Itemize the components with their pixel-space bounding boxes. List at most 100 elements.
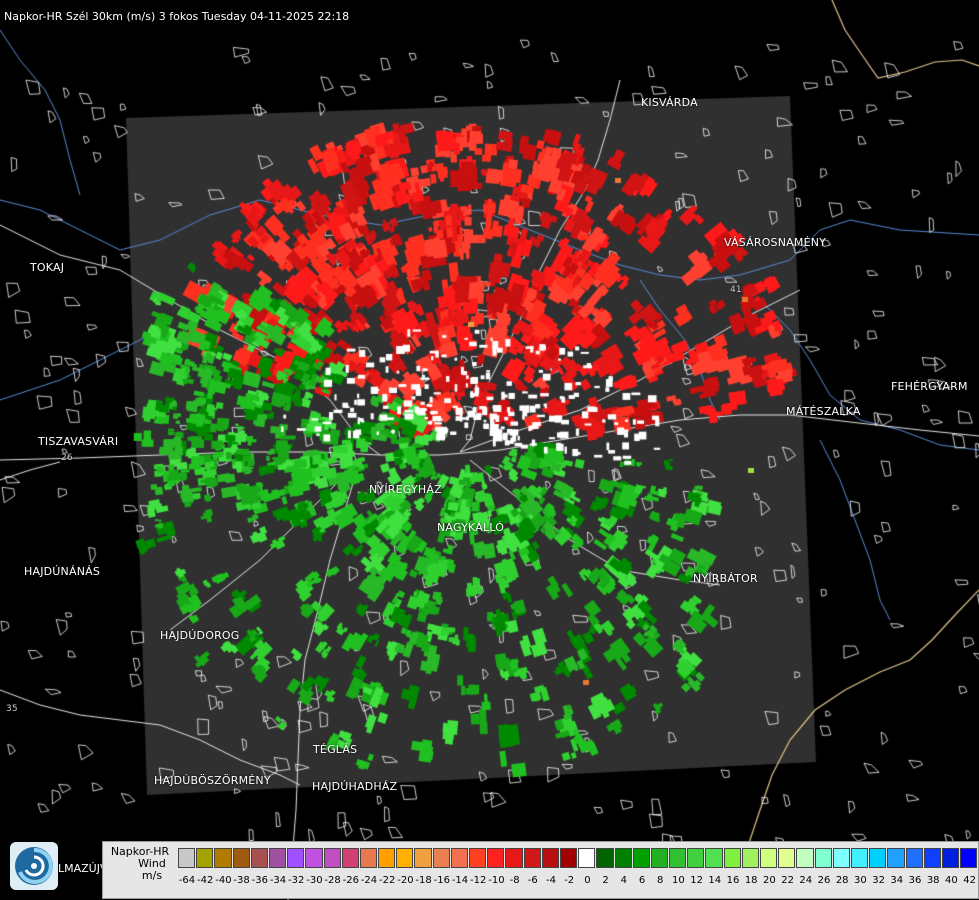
city-label-kisvarda: KISVÁRDA [641,96,698,109]
legend-swatch [396,848,414,868]
city-label-hajdunanas: HAJDÚNÁNÁS [24,565,101,578]
legend-tick-label: -8 [509,875,520,886]
radar-map [0,0,979,900]
legend-tick-label: 26 [817,875,831,886]
legend-swatch [760,848,778,868]
legend-swatch [541,848,559,868]
city-label-hajduhadhaz: HAJDÚHADHÁZ [312,780,398,793]
legend-swatch [687,848,705,868]
legend-tick-label: 6 [638,875,646,886]
legend-tick-label: -32 [288,875,305,886]
legend-tick-label: 0 [584,875,591,886]
legend-swatch [232,848,250,868]
legend-tick-label: 16 [726,875,740,886]
wind-legend: Napkor-HR Wind m/s -64 -42 -40 -38 -36 -34 -32… [102,841,979,899]
legend-swatch [814,848,832,868]
legend-swatch [450,848,468,868]
legend-tick-label: -12 [470,875,487,886]
legend-ticks: -64 -42 -40 -38 -36 -34 -32 -30 -28 -26 -24 -22 -20-… [178,875,978,889]
legend-tick-label: 36 [908,875,922,886]
legend-tick-label: 18 [744,875,758,886]
legend-swatch [669,848,687,868]
city-label-vasarosnameny: VÁSÁROSNAMÉNY [724,236,827,249]
city-label-tokaj: TOKAJ [30,261,65,274]
legend-swatch [741,848,759,868]
legend-swatch [923,848,941,868]
legend-tick-label: 2 [602,875,609,886]
legend-tick-label: 38 [926,875,940,886]
legend-unit: m/s [141,869,163,882]
legend-tick-label: -10 [488,875,505,886]
legend-swatch [614,848,632,868]
legend-tick-label: 28 [835,875,849,886]
legend-tick-label: 10 [672,875,685,886]
legend-swatch [359,848,378,868]
legend-tick-label: -16 [433,875,450,886]
legend-tick-label: -34 [269,875,287,886]
legend-tick-label: 24 [799,875,813,886]
legend-swatches [178,848,978,870]
legend-swatch [432,848,450,868]
legend-swatch [523,848,541,868]
legend-swatch [268,848,287,868]
legend-swatch [323,848,341,868]
legend-tick-label: 34 [890,875,904,886]
legend-tick-label: -14 [451,875,469,886]
legend-tick-label: 22 [781,875,794,886]
legend-swatch [178,848,196,868]
city-label-nyiregyhaza: NYÍREGYHÁZ [369,483,442,496]
legend-tick-label: -26 [342,875,359,886]
legend-tick-label: -4 [546,875,556,886]
road-number-26: 26 [61,453,73,463]
legend-swatch [250,848,268,868]
legend-swatch [305,848,323,868]
legend-swatch [832,848,850,868]
city-label-nyirbator: NYÍRBÁTOR [693,572,758,585]
legend-swatch [596,848,614,868]
legend-tick-label: -40 [215,875,232,886]
legend-tick-label: 14 [708,875,722,886]
city-label-fehergyarmat: FEHÉRGYARM [891,380,968,393]
road-number-35: 35 [6,704,18,714]
legend-swatch [214,848,232,868]
legend-swatch [341,848,359,868]
legend-swatch [487,848,505,868]
legend-swatch [578,848,596,868]
legend-swatch [850,848,869,868]
map-title: Napkor-HR Szél 30km (m/s) 3 fokos Tuesda… [4,10,350,23]
city-label-teglas: TÉGLÁS [313,743,358,756]
legend-tick-label: -42 [197,875,214,886]
legend-tick-label: 40 [945,875,958,886]
swirl-logo-icon [10,842,58,890]
legend-tick-label: 20 [763,875,776,886]
legend-swatch [469,848,487,868]
legend-tick-label: -2 [564,875,575,886]
city-label-tiszavasvari: TISZAVASVÁRI [38,435,119,448]
legend-swatch [287,848,305,868]
legend-swatch [905,848,923,868]
legend-tick-label: 8 [657,875,664,886]
legend-swatch [960,848,978,868]
legend-swatch [869,848,887,868]
legend-swatch [941,848,960,868]
legend-tick-label: -6 [527,875,538,886]
legend-swatch [778,848,796,868]
legend-tick-label: 30 [854,875,867,886]
legend-label: Napkor-HR Wind m/s [105,846,175,882]
legend-tick-label: -38 [233,875,250,886]
legend-tick-label: -20 [397,875,414,886]
legend-tick-label: -24 [360,875,378,886]
legend-swatch [505,848,523,868]
legend-tick-label: 32 [872,875,885,886]
legend-tick-label: -36 [251,875,268,886]
city-label-mateszalka: MÁTÉSZALKA [786,405,861,418]
city-label-hajduboszormeny: HAJDÚBÖSZÖRMÉNY [154,774,271,787]
legend-tick-label: -64 [178,875,196,886]
legend-swatch [650,848,669,868]
legend-swatch [705,848,723,868]
legend-tick-label: 42 [963,875,976,886]
road-number-41: 41 [730,285,742,295]
legend-tick-label: -18 [415,875,432,886]
legend-tick-label: 12 [690,875,703,886]
legend-swatch [559,848,578,868]
